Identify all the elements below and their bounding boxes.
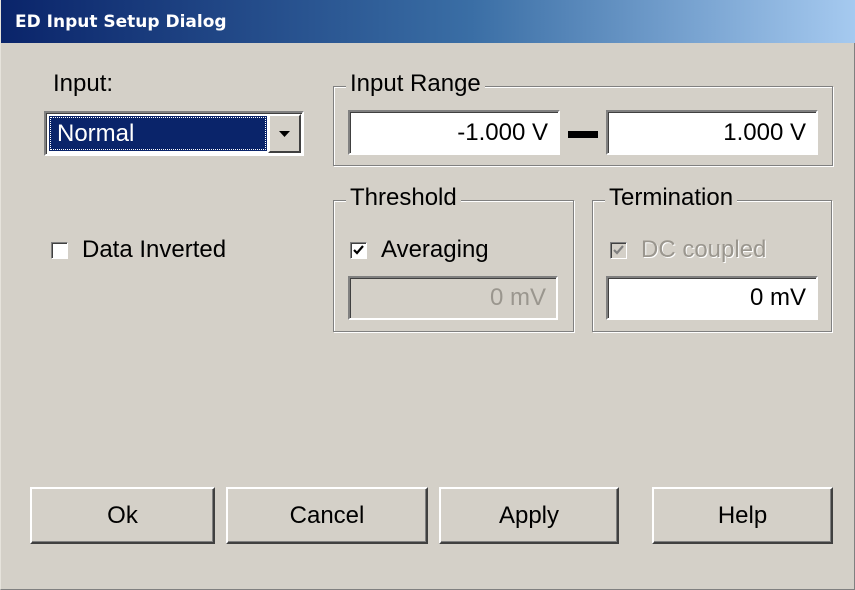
input-select[interactable]: Normal xyxy=(44,111,304,156)
input-range-max-field[interactable]: 1.000 V xyxy=(606,110,818,155)
input-range-min-field[interactable]: -1.000 V xyxy=(348,110,560,155)
checkmark-icon xyxy=(613,245,624,255)
dc-coupled-box[interactable] xyxy=(610,241,627,259)
threshold-title: Threshold xyxy=(346,186,461,210)
window-title: ED Input Setup Dialog xyxy=(15,11,227,32)
apply-button[interactable]: Apply xyxy=(439,487,619,544)
threshold-value: 0 mV xyxy=(489,284,546,311)
chevron-down-icon xyxy=(279,130,290,137)
data-inverted-box[interactable] xyxy=(51,241,68,259)
help-button[interactable]: Help xyxy=(652,487,833,544)
cancel-button[interactable]: Cancel xyxy=(226,487,428,544)
input-range-min-value: -1.000 V xyxy=(457,118,548,146)
averaging-checkbox[interactable]: Averaging xyxy=(350,238,489,262)
ok-button[interactable]: Ok xyxy=(30,487,215,544)
input-range-max-value: 1.000 V xyxy=(723,118,806,146)
title-bar[interactable]: ED Input Setup Dialog xyxy=(1,0,855,43)
range-separator xyxy=(568,131,598,138)
termination-value: 0 mV xyxy=(749,284,806,311)
input-select-value: Normal xyxy=(49,116,267,151)
dc-coupled-label: DC coupled xyxy=(641,236,767,263)
input-range-title: Input Range xyxy=(346,72,485,96)
checkmark-icon xyxy=(353,245,364,255)
input-dropdown-button[interactable] xyxy=(268,114,301,153)
input-label: Input: xyxy=(53,70,114,97)
dc-coupled-checkbox[interactable]: DC coupled xyxy=(610,238,766,262)
data-inverted-label: Data Inverted xyxy=(82,236,227,263)
data-inverted-checkbox[interactable]: Data Inverted xyxy=(51,238,226,262)
threshold-value-field[interactable]: 0 mV xyxy=(348,276,558,320)
averaging-label: Averaging xyxy=(381,236,489,263)
averaging-box[interactable] xyxy=(350,241,367,259)
termination-value-field[interactable]: 0 mV xyxy=(606,276,818,320)
dialog-window: ED Input Setup Dialog Input: Normal Inpu… xyxy=(0,0,855,590)
termination-title: Termination xyxy=(605,186,738,210)
